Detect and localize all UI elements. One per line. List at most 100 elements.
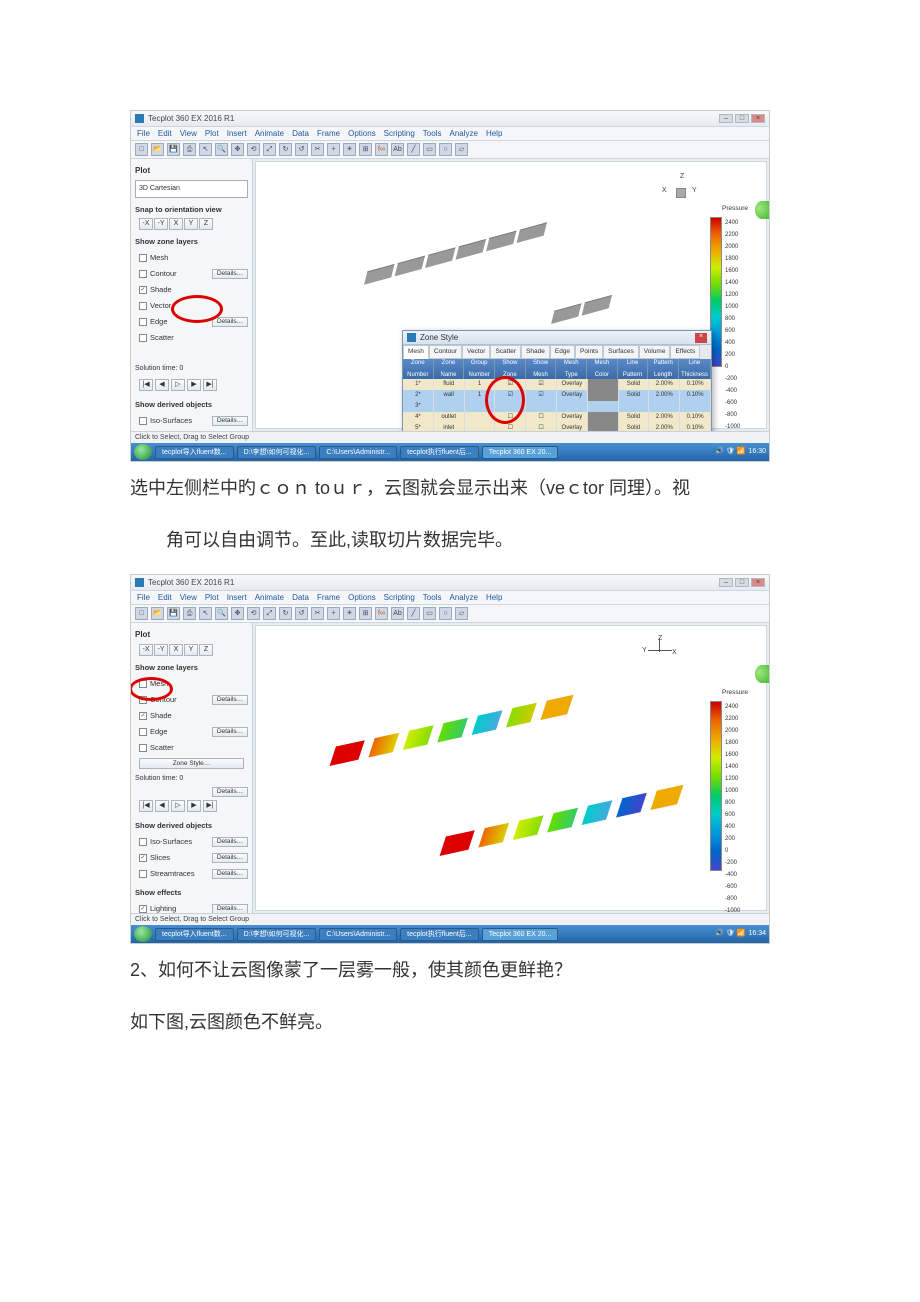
start-button[interactable] <box>134 444 152 460</box>
undo-icon[interactable]: ↺ <box>295 607 308 620</box>
iso-details[interactable]: Details… <box>212 416 248 426</box>
zone-style-button[interactable]: Zone Style… <box>139 758 244 769</box>
fn-icon[interactable]: f∞ <box>375 143 388 156</box>
menu-help[interactable]: Help <box>486 126 502 142</box>
line-icon[interactable]: ╱ <box>407 143 420 156</box>
cb-contour[interactable] <box>139 270 147 278</box>
snap-x[interactable]: X <box>169 644 183 656</box>
slice-icon[interactable]: ✂ <box>311 143 324 156</box>
iso-details[interactable]: Details… <box>212 837 248 847</box>
save-icon[interactable]: 💾 <box>167 607 180 620</box>
menu-help[interactable]: Help <box>486 590 502 606</box>
taskbar-item[interactable]: D:\李想\如何可视化... <box>237 928 317 941</box>
menu-view[interactable]: View <box>180 590 197 606</box>
viewport-2[interactable]: Y X Z Pressure 240022002000 180016001400… <box>255 625 767 911</box>
undo-icon[interactable]: ↺ <box>295 143 308 156</box>
rect-icon[interactable]: ▭ <box>423 607 436 620</box>
menu-data[interactable]: Data <box>292 590 309 606</box>
contour-details[interactable]: Details… <box>212 695 248 705</box>
snap-y[interactable]: Y <box>184 644 198 656</box>
close-button[interactable]: × <box>751 578 765 587</box>
menu-analyze[interactable]: Analyze <box>449 590 477 606</box>
tab-shade[interactable]: Shade <box>521 345 550 359</box>
axes-icon[interactable]: ⊞ <box>359 143 372 156</box>
snap-neg-y[interactable]: -Y <box>154 644 168 656</box>
menu-analyze[interactable]: Analyze <box>449 126 477 142</box>
tab-mesh[interactable]: Mesh <box>403 345 429 359</box>
table-row[interactable]: 1*fluid1☑☑OverlaySolid2.00%0.10% <box>403 379 711 390</box>
menu-options[interactable]: Options <box>348 590 376 606</box>
menu-plot[interactable]: Plot <box>205 590 219 606</box>
taskbar-item[interactable]: Tecplot 360 EX 20... <box>482 446 559 459</box>
contour-details[interactable]: Details… <box>212 269 248 279</box>
menu-options[interactable]: Options <box>348 126 376 142</box>
slices-details[interactable]: Details… <box>212 853 248 863</box>
cb-stream[interactable] <box>139 870 147 878</box>
pan-icon[interactable]: ✥ <box>231 607 244 620</box>
menu-animate[interactable]: Animate <box>255 590 284 606</box>
probe-icon[interactable]: + <box>327 607 340 620</box>
zoom-icon[interactable]: 🔍 <box>215 607 228 620</box>
taskbar-item[interactable]: C:\Users\Administr... <box>319 446 397 459</box>
last-button[interactable]: ▶| <box>203 800 217 812</box>
snap-neg-x[interactable]: -X <box>139 218 153 230</box>
menu-insert[interactable]: Insert <box>227 126 247 142</box>
text-icon[interactable]: Ab <box>391 143 404 156</box>
stream-details[interactable]: Details… <box>212 869 248 879</box>
tab-volume[interactable]: Volume <box>639 345 671 359</box>
table-row[interactable]: 5*inlet☐☐OverlaySolid2.00%0.10% <box>403 423 711 431</box>
fn-icon[interactable]: f∞ <box>375 607 388 620</box>
redo-icon[interactable]: ↻ <box>279 143 292 156</box>
cb-iso[interactable] <box>139 838 147 846</box>
first-button[interactable]: |◀ <box>139 800 153 812</box>
poly-icon[interactable]: ▱ <box>455 607 468 620</box>
cb-edge[interactable] <box>139 728 147 736</box>
cb-edge[interactable] <box>139 318 147 326</box>
zoom-icon[interactable]: 🔍 <box>215 143 228 156</box>
cb-lighting[interactable] <box>139 905 147 913</box>
tab-scatter[interactable]: Scatter <box>490 345 521 359</box>
pan-icon[interactable]: ✥ <box>231 143 244 156</box>
taskbar-item[interactable]: D:\李想\如何可视化... <box>237 446 317 459</box>
print-icon[interactable]: ⎙ <box>183 143 196 156</box>
light-icon[interactable]: ☀ <box>343 607 356 620</box>
tab-surfaces[interactable]: Surfaces <box>603 345 639 359</box>
menu-edit[interactable]: Edit <box>158 126 172 142</box>
pointer-icon[interactable]: ↖ <box>199 143 212 156</box>
line-icon[interactable]: ╱ <box>407 607 420 620</box>
table-row[interactable]: 2*wall1☑☑OverlaySolid2.00%0.10% <box>403 390 711 401</box>
minimize-button[interactable]: – <box>719 114 733 123</box>
maximize-button[interactable]: □ <box>735 578 749 587</box>
plot-type-select[interactable]: 3D Cartesian <box>135 180 248 198</box>
taskbar-item[interactable]: tecplot执行fluent后... <box>400 446 479 459</box>
tab-vector[interactable]: Vector <box>462 345 490 359</box>
snap-z[interactable]: Z <box>199 644 213 656</box>
snap-neg-y[interactable]: -Y <box>154 218 168 230</box>
start-button[interactable] <box>134 926 152 942</box>
rotate-icon[interactable]: ⟲ <box>247 143 260 156</box>
new-icon[interactable]: □ <box>135 607 148 620</box>
table-row[interactable]: 4*outlet☐☐OverlaySolid2.00%0.10% <box>403 412 711 423</box>
minimize-button[interactable]: – <box>719 578 733 587</box>
slice-icon[interactable]: ✂ <box>311 607 324 620</box>
menu-edit[interactable]: Edit <box>158 590 172 606</box>
light-details[interactable]: Details… <box>212 904 248 914</box>
play-button[interactable]: ▷ <box>171 379 185 391</box>
table-row[interactable]: 3* <box>403 401 711 412</box>
cb-mesh[interactable] <box>139 254 147 262</box>
cb-shade[interactable] <box>139 712 147 720</box>
next-button[interactable]: ▶ <box>187 379 201 391</box>
menu-animate[interactable]: Animate <box>255 126 284 142</box>
menu-file[interactable]: File <box>137 590 150 606</box>
viewport[interactable]: X Y Z Pressure 240022002000 180016001400… <box>255 161 767 429</box>
text-icon[interactable]: Ab <box>391 607 404 620</box>
tab-effects[interactable]: Effects <box>670 345 700 359</box>
tab-edge[interactable]: Edge <box>550 345 575 359</box>
fit-icon[interactable]: ⤢ <box>263 607 276 620</box>
close-button[interactable]: × <box>751 114 765 123</box>
snap-x[interactable]: X <box>169 218 183 230</box>
menu-scripting[interactable]: Scripting <box>384 590 415 606</box>
menu-insert[interactable]: Insert <box>227 590 247 606</box>
menu-data[interactable]: Data <box>292 126 309 142</box>
fit-icon[interactable]: ⤢ <box>263 143 276 156</box>
